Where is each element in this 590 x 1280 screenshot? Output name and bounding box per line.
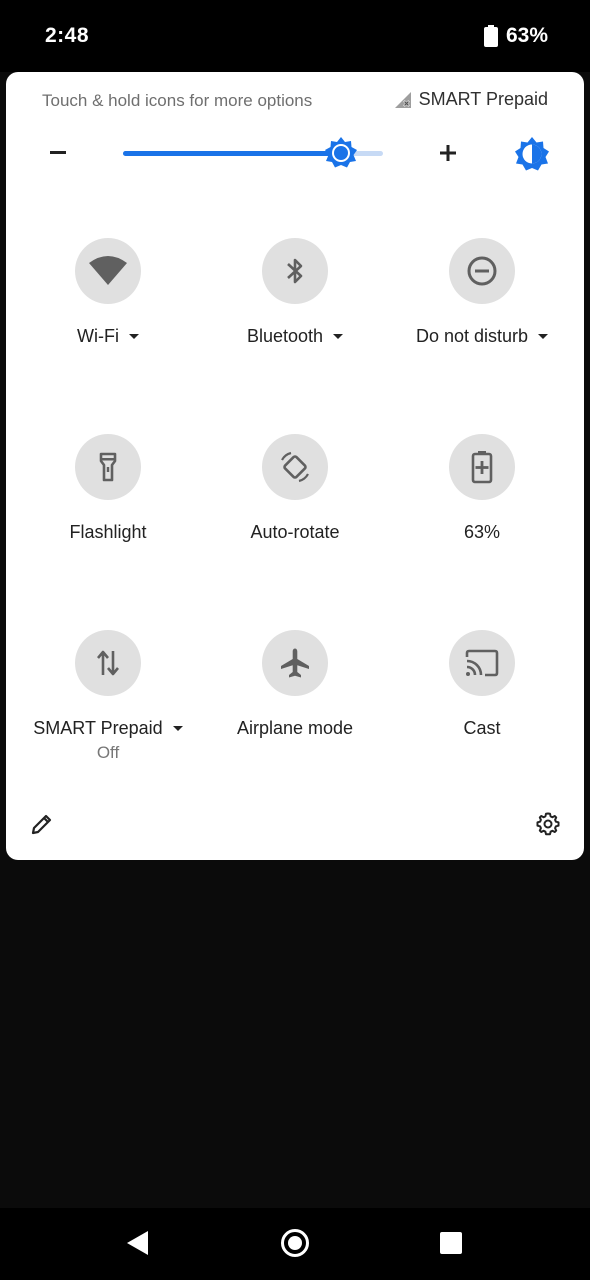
edit-pencil-icon[interactable] (30, 812, 54, 836)
home-button[interactable] (281, 1229, 309, 1257)
tile-bluetooth[interactable]: Bluetooth (205, 238, 385, 347)
airplane-icon (281, 648, 309, 678)
battery-saver-icon (471, 451, 493, 484)
wifi-tile-button[interactable] (75, 238, 141, 304)
signal-no-service-icon (394, 91, 411, 108)
battery-icon (483, 25, 498, 47)
settings-gear-icon[interactable] (536, 812, 560, 836)
hint-text: Touch & hold icons for more options (42, 91, 313, 110)
do-not-disturb-icon (467, 256, 497, 286)
tile-label: SMART Prepaid (33, 718, 163, 738)
tile-label: Do not disturb (415, 326, 529, 346)
brightness-plus-icon[interactable] (436, 138, 460, 168)
tile-label: Auto-rotate (250, 522, 340, 542)
brightness-slider[interactable] (123, 137, 383, 168)
tile-sublabel: Off (96, 743, 120, 762)
tile-label: Bluetooth (246, 326, 324, 346)
flashlight-icon (99, 452, 117, 482)
status-bar: 2:48 63% (0, 0, 590, 72)
tile-label: Airplane mode (236, 718, 354, 738)
dropdown-caret-icon[interactable] (538, 334, 549, 339)
mobile-data-icon (97, 650, 119, 676)
battery-percent: 63% (505, 24, 548, 47)
tile-auto-rotate[interactable]: Auto-rotate (205, 434, 385, 543)
recents-icon[interactable] (440, 1232, 462, 1254)
tile-label: Flashlight (69, 522, 147, 542)
dropdown-caret-icon[interactable] (172, 726, 183, 731)
tile-label: Cast (463, 718, 501, 738)
dnd-tile-button[interactable] (449, 238, 515, 304)
tile-mobile-data[interactable]: SMART Prepaid Off (18, 630, 198, 763)
auto-brightness-icon[interactable] (514, 136, 550, 172)
status-right: 63% (483, 24, 548, 48)
carrier-label: SMART Prepaid (393, 89, 548, 110)
tile-airplane-mode[interactable]: Airplane mode (205, 630, 385, 739)
tile-wifi[interactable]: Wi-Fi (18, 238, 198, 347)
back-icon[interactable] (126, 1230, 150, 1256)
tile-do-not-disturb[interactable]: Do not disturb (392, 238, 572, 347)
tile-battery-saver[interactable]: 63% (392, 434, 572, 543)
navigation-bar (0, 1208, 590, 1280)
auto-rotate-tile-button[interactable] (262, 434, 328, 500)
auto-rotate-icon (281, 451, 309, 483)
tile-cast[interactable]: Cast (392, 630, 572, 739)
flashlight-tile-button[interactable] (75, 434, 141, 500)
brightness-fill (123, 151, 342, 156)
tile-label: 63% (463, 522, 501, 542)
tile-label: Wi-Fi (77, 326, 119, 346)
brightness-thumb-icon[interactable] (324, 136, 358, 170)
mobile-data-tile-button[interactable] (75, 630, 141, 696)
battery-saver-tile-button[interactable] (449, 434, 515, 500)
airplane-tile-button[interactable] (262, 630, 328, 696)
home-icon (288, 1236, 302, 1250)
wifi-icon (89, 256, 127, 285)
dropdown-caret-icon[interactable] (333, 334, 344, 339)
bluetooth-tile-button[interactable] (262, 238, 328, 304)
cast-tile-button[interactable] (449, 630, 515, 696)
brightness-minus-icon[interactable] (46, 138, 70, 168)
bluetooth-icon (287, 258, 303, 284)
tile-flashlight[interactable]: Flashlight (18, 434, 198, 543)
status-time: 2:48 (45, 24, 90, 47)
dropdown-caret-icon[interactable] (128, 334, 139, 339)
quick-settings-panel: Touch & hold icons for more options SMAR… (6, 72, 584, 860)
carrier-name: SMART Prepaid (418, 89, 548, 109)
cast-icon (465, 649, 499, 677)
